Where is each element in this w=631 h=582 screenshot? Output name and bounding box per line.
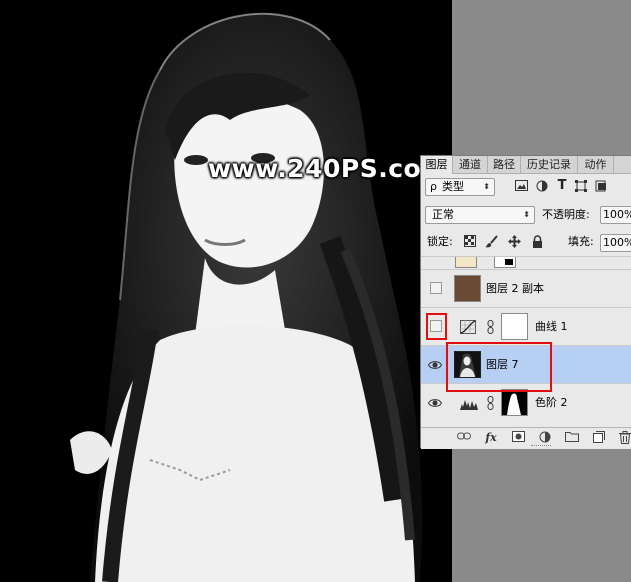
highlight-box-layer7: [446, 342, 552, 392]
fx-icon[interactable]: fx: [484, 431, 498, 445]
type-filter-icon[interactable]: T: [555, 179, 569, 193]
resize-grip[interactable]: [531, 445, 551, 448]
layer-row-curves1[interactable]: 曲线 1: [421, 307, 631, 345]
trash-icon[interactable]: [618, 431, 631, 445]
layers-panel: 图层 通道 路径 历史记录 动作 ρ 类型 ⬍ T 正常 ⬍ 不透明度: 100…: [420, 155, 631, 449]
link-icon[interactable]: [457, 431, 471, 445]
mask-icon[interactable]: [511, 431, 525, 445]
layer-row-partial[interactable]: [421, 256, 631, 269]
lock-all-icon[interactable]: [530, 235, 544, 249]
eye-icon[interactable]: [427, 359, 443, 371]
lock-transparent-pixels-icon[interactable]: [463, 235, 477, 249]
panel-tab-bar: 图层 通道 路径 历史记录 动作: [421, 156, 631, 174]
chevron-updown-icon: ⬍: [483, 182, 490, 191]
image-filter-icon[interactable]: [514, 180, 528, 194]
adjustment-filter-icon[interactable]: [535, 180, 549, 194]
tab-layers[interactable]: 图层: [421, 156, 453, 174]
blend-mode-value: 正常: [432, 208, 454, 221]
link-chain-icon[interactable]: [487, 320, 494, 337]
opacity-input[interactable]: 100%: [600, 206, 631, 224]
tab-history[interactable]: 历史记录: [521, 156, 578, 173]
layer-row-layer2-copy[interactable]: 图层 2 副本: [421, 269, 631, 307]
adjustment-icon[interactable]: [538, 431, 552, 445]
curves-adjustment-icon: [460, 320, 476, 337]
visibility-toggle-off[interactable]: [430, 282, 442, 294]
fill-input[interactable]: 100%: [600, 234, 631, 252]
search-icon: ρ: [430, 180, 437, 193]
smart-object-filter-icon[interactable]: [594, 180, 608, 194]
folder-icon[interactable]: [565, 431, 579, 445]
layer-mask-thumbnail: [501, 313, 528, 340]
shape-filter-icon[interactable]: [574, 180, 588, 194]
chevron-updown-icon: ⬍: [523, 210, 530, 219]
eye-icon[interactable]: [427, 397, 443, 409]
layer-thumbnail: [455, 257, 477, 268]
tab-actions[interactable]: 动作: [578, 156, 614, 173]
layer-name[interactable]: 图层 2 副本: [486, 281, 544, 297]
tab-paths[interactable]: 路径: [488, 156, 521, 173]
layer-mask-thumbnail: [501, 389, 528, 416]
new-layer-icon[interactable]: [592, 431, 606, 445]
layers-bottom-toolbar: fx: [421, 427, 631, 449]
blend-mode-dropdown[interactable]: 正常 ⬍: [425, 206, 535, 224]
lock-position-move-icon[interactable]: [507, 235, 521, 249]
layer-filter-dropdown[interactable]: ρ 类型 ⬍: [425, 178, 495, 196]
fill-value: 100%: [603, 236, 631, 249]
levels-adjustment-icon: [460, 396, 478, 413]
layer-name[interactable]: 曲线 1: [535, 319, 568, 335]
lock-image-pixels-brush-icon[interactable]: [484, 235, 498, 249]
layer-name[interactable]: 色阶 2: [535, 395, 568, 411]
lock-label: 锁定:: [427, 235, 453, 248]
layer-thumbnail: [454, 275, 481, 302]
tab-channels[interactable]: 通道: [453, 156, 488, 173]
link-chain-icon[interactable]: [487, 396, 494, 413]
layer-mask-thumbnail: [494, 257, 516, 268]
opacity-value: 100%: [603, 208, 631, 221]
watermark-text: www.240PS.com: [208, 154, 448, 183]
highlight-box-curves-visibility: [426, 313, 447, 340]
filter-kind-label: 类型: [442, 180, 464, 193]
fill-label: 填充:: [568, 235, 594, 248]
opacity-label: 不透明度:: [542, 208, 590, 221]
